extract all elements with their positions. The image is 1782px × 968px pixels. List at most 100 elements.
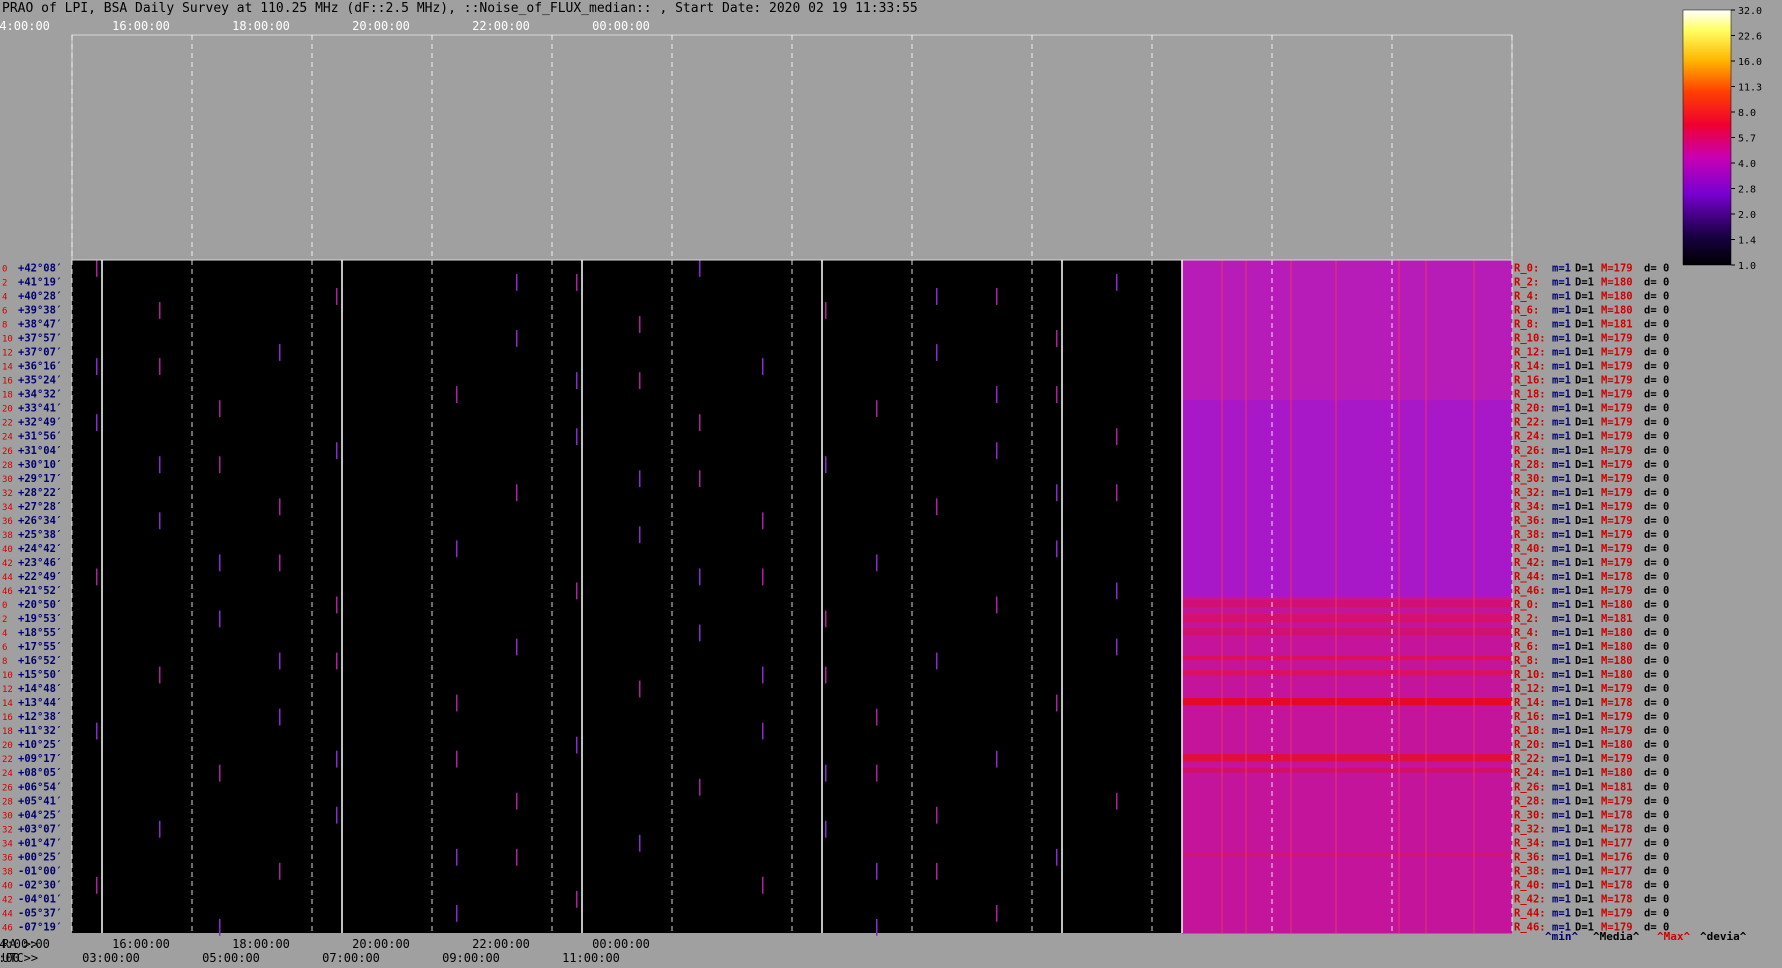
x-tick-top: 16:00:00	[112, 19, 170, 33]
declination-label: +00°25′	[18, 851, 62, 863]
row-stat: m=1	[1552, 725, 1571, 737]
row-stat: R_46:	[1514, 921, 1546, 933]
heatmap-row	[1182, 554, 1512, 569]
row-stat: M=180	[1601, 627, 1633, 639]
row-stat: d= 0	[1644, 725, 1669, 737]
noise-tick	[516, 274, 518, 291]
row-stat: M=179	[1601, 262, 1633, 274]
row-stat: d= 0	[1644, 571, 1669, 583]
heatmap-row	[1182, 330, 1512, 345]
noise-tick	[219, 610, 221, 628]
heatmap-row	[1182, 862, 1512, 878]
declination-label: +04°25′	[18, 809, 62, 821]
noise-tick	[336, 806, 338, 824]
row-stat: D=1	[1575, 361, 1594, 373]
row-number: 0	[2, 264, 7, 274]
row-stat: D=1	[1575, 277, 1594, 289]
noise-tick	[876, 918, 878, 936]
row-stat: D=1	[1575, 879, 1594, 891]
x-tick-utc: 03:00:00	[82, 951, 140, 965]
row-stat: M=179	[1601, 333, 1633, 345]
row-stat: D=1	[1575, 753, 1594, 765]
x-tick-top: 22:00:00	[472, 19, 530, 33]
noise-tick	[825, 302, 827, 319]
row-stat: R_38:	[1514, 865, 1546, 877]
row-number: 2	[2, 615, 7, 625]
heatmap-streak	[1473, 260, 1475, 933]
row-stat: M=179	[1601, 361, 1633, 373]
row-number: 36	[2, 853, 13, 863]
row-stat: R_30:	[1514, 809, 1546, 821]
row-stat: M=179	[1601, 795, 1633, 807]
noise-tick	[825, 610, 827, 628]
row-stat: D=1	[1575, 403, 1594, 415]
row-stat: D=1	[1575, 459, 1594, 471]
declination-label: +16°52′	[18, 655, 62, 667]
row-stat: m=1	[1552, 907, 1571, 919]
row-stat: M=179	[1601, 431, 1633, 443]
row-number: 22	[2, 419, 13, 429]
row-stat: m=1	[1552, 767, 1571, 779]
noise-tick	[219, 918, 221, 936]
row-number: 34	[2, 839, 13, 849]
row-stat: M=179	[1601, 557, 1633, 569]
row-stat: R_4:	[1514, 627, 1539, 639]
row-stat: d= 0	[1644, 543, 1669, 555]
noise-tick	[1116, 484, 1118, 502]
row-stat: M=177	[1601, 837, 1633, 849]
row-stat: M=181	[1601, 319, 1633, 331]
noise-tick	[699, 624, 701, 642]
row-stat: m=1	[1552, 515, 1571, 527]
row-number: 8	[2, 321, 7, 331]
heatmap-band	[1182, 698, 1512, 706]
row-stat: M=179	[1601, 487, 1633, 499]
row-stat: M=179	[1601, 389, 1633, 401]
row-stat: m=1	[1552, 585, 1571, 597]
heatmap-streak	[1245, 260, 1247, 933]
row-stat: M=179	[1601, 683, 1633, 695]
row-stat: D=1	[1575, 571, 1594, 583]
x-tick-utc: 07:00:00	[322, 951, 380, 965]
row-stat: D=1	[1575, 529, 1594, 541]
row-stat: d= 0	[1644, 851, 1669, 863]
declination-label: +19°53′	[18, 613, 62, 625]
row-stat: m=1	[1552, 529, 1571, 541]
row-stat: m=1	[1552, 613, 1571, 625]
row-stat: R_36:	[1514, 515, 1546, 527]
row-stat: M=178	[1601, 697, 1633, 709]
row-stat: d= 0	[1644, 529, 1669, 541]
row-stat: m=1	[1552, 557, 1571, 569]
row-stat: R_24:	[1514, 431, 1546, 443]
noise-tick	[762, 358, 764, 375]
row-stat: d= 0	[1644, 613, 1669, 625]
row-number: 12	[2, 685, 13, 695]
heatmap-streak	[1221, 260, 1223, 933]
heatmap-band	[1182, 600, 1512, 608]
x-tick-utc: 01:00:00	[0, 951, 20, 965]
declination-label: +32°49′	[18, 417, 62, 429]
row-stat: D=1	[1575, 501, 1594, 513]
row-stat: d= 0	[1644, 711, 1669, 723]
noise-tick	[576, 372, 578, 389]
row-stat: d= 0	[1644, 459, 1669, 471]
row-stat: d= 0	[1644, 501, 1669, 513]
declination-label: +31°04′	[18, 445, 62, 457]
noise-tick	[639, 680, 641, 698]
row-stat: D=1	[1575, 585, 1594, 597]
colorbar	[1682, 9, 1732, 266]
declination-label: +11°32′	[18, 725, 62, 737]
noise-tick	[996, 596, 998, 614]
noise-tick	[1056, 540, 1058, 558]
heatmap-row	[1182, 876, 1512, 892]
noise-tick	[159, 302, 161, 319]
row-stat: M=176	[1601, 851, 1633, 863]
row-stat: M=179	[1601, 711, 1633, 723]
noise-tick	[219, 400, 221, 418]
row-stat: d= 0	[1644, 262, 1669, 274]
row-stat: d= 0	[1644, 655, 1669, 667]
noise-tick	[1056, 848, 1058, 866]
x-tick-utc: 11:00:00	[562, 951, 620, 965]
noise-tick	[639, 316, 641, 333]
row-stat: M=179	[1601, 501, 1633, 513]
heatmap-row	[1182, 526, 1512, 541]
